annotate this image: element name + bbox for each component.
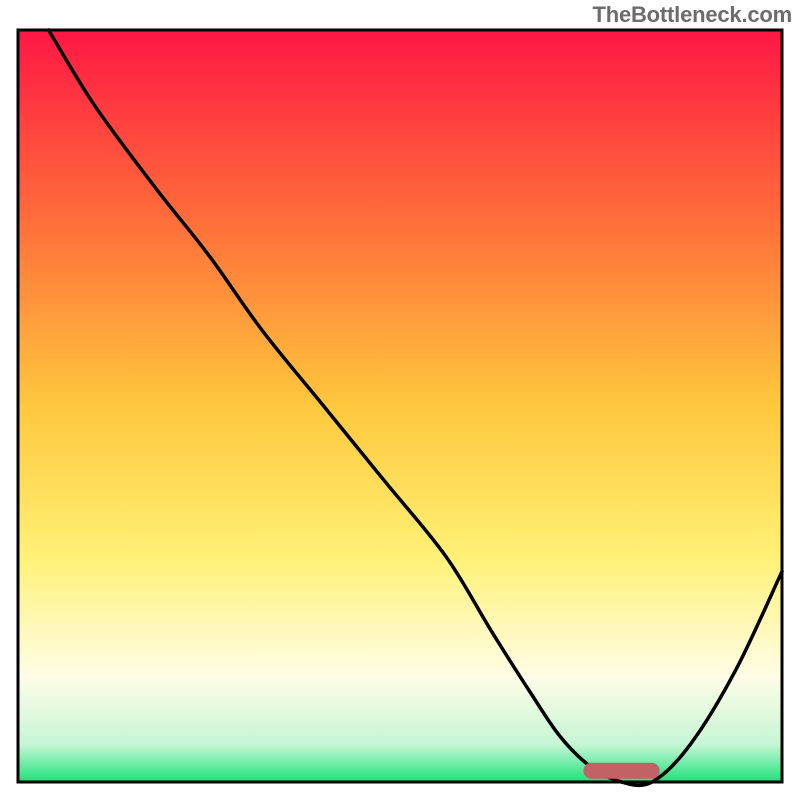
chart-container: { "attribution": "TheBottleneck.com", "c…: [0, 0, 800, 800]
bottleneck-chart: [0, 0, 800, 800]
optimal-indicator: [583, 763, 659, 779]
plot-background: [18, 30, 782, 782]
attribution-text: TheBottleneck.com: [592, 2, 792, 28]
